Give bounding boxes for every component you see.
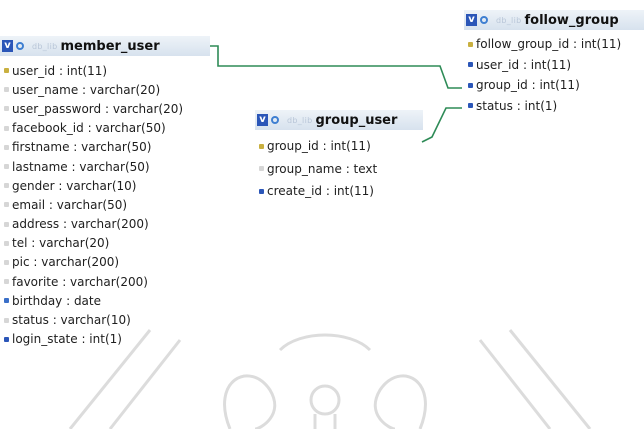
relation-group-to-follow	[421, 107, 462, 143]
table-field-row[interactable]: email : varchar(50)	[0, 195, 210, 214]
field-label: status : int(1)	[476, 98, 558, 113]
field-label: group_id : int(11)	[476, 78, 580, 93]
field-label: status : varchar(10)	[12, 313, 131, 328]
field-label: firstname : varchar(50)	[12, 140, 152, 155]
field-list: follow_group_id : int(11) user_id : int(1…	[464, 34, 644, 116]
field-label: login_state : int(1)	[12, 332, 122, 347]
field-label: email : varchar(50)	[12, 197, 128, 212]
table-field-row[interactable]: lastname : varchar(50)	[0, 157, 210, 176]
field-label: user_name : varchar(20)	[12, 82, 161, 97]
index-icon	[259, 188, 264, 194]
field-list: user_id : int(11) user_name : varchar(20)…	[0, 61, 210, 349]
table-field-row[interactable]: user_id : int(11)	[464, 55, 644, 76]
field-label: favorite : varchar(200)	[12, 274, 148, 289]
column-icon	[4, 279, 9, 285]
column-icon	[4, 106, 9, 112]
database-name: db_lib	[496, 15, 522, 25]
field-label: user_id : int(11)	[476, 57, 572, 72]
table-name: member_user	[60, 38, 160, 54]
table-header-member-user[interactable]: v db_lib member_user	[0, 36, 210, 56]
field-label: group_id : int(11)	[267, 139, 371, 154]
field-label: lastname : varchar(50)	[12, 159, 150, 174]
table-options-icon[interactable]	[480, 16, 488, 24]
relation-member-to-follow	[210, 45, 462, 89]
primary-key-icon	[259, 143, 264, 149]
column-icon	[4, 202, 9, 208]
column-icon	[4, 221, 9, 227]
column-icon	[4, 164, 9, 170]
primary-key-icon	[468, 41, 473, 47]
table-name: group_user	[315, 112, 398, 128]
column-icon	[4, 240, 9, 246]
field-label: birthday : date	[12, 293, 101, 308]
table-field-row[interactable]: tel : varchar(20)	[0, 234, 210, 253]
view-toggle-icon[interactable]: v	[466, 14, 477, 26]
field-label: facebook_id : varchar(50)	[12, 121, 166, 136]
column-icon	[4, 87, 9, 93]
table-field-row[interactable]: user_password : varchar(20)	[0, 99, 210, 118]
table-header-group-user[interactable]: v db_lib group_user	[255, 110, 423, 130]
database-name: db_lib	[287, 115, 313, 125]
table-field-row[interactable]: group_id : int(11)	[255, 135, 423, 158]
index-icon	[468, 103, 473, 109]
column-icon	[4, 125, 9, 131]
table-options-icon[interactable]	[16, 42, 24, 50]
field-label: tel : varchar(20)	[12, 236, 110, 251]
field-label: follow_group_id : int(11)	[476, 37, 622, 52]
calendar-icon	[4, 298, 9, 304]
table-name: follow_group	[524, 12, 619, 28]
index-icon	[468, 62, 473, 68]
column-icon	[4, 144, 9, 150]
table-field-row[interactable]: status : int(1)	[464, 96, 644, 117]
index-icon	[468, 82, 473, 88]
table-field-row[interactable]: pic : varchar(200)	[0, 253, 210, 272]
field-label: gender : varchar(10)	[12, 178, 137, 193]
database-name: db_lib	[32, 41, 58, 51]
table-field-row[interactable]: group_id : int(11)	[464, 75, 644, 96]
field-label: address : varchar(200)	[12, 217, 149, 232]
column-icon	[259, 166, 264, 172]
field-label: user_id : int(11)	[12, 63, 108, 78]
field-label: user_password : varchar(20)	[12, 101, 184, 116]
table-member-user[interactable]: v db_lib member_user user_id : int(11) us…	[0, 36, 210, 349]
table-field-row[interactable]: user_name : varchar(20)	[0, 80, 210, 99]
table-options-icon[interactable]	[271, 116, 279, 124]
column-icon	[4, 259, 9, 265]
table-header-follow-group[interactable]: v db_lib follow_group	[464, 10, 644, 30]
field-list: group_id : int(11) group_name : text creat…	[255, 135, 423, 203]
table-field-row[interactable]: firstname : varchar(50)	[0, 138, 210, 157]
primary-key-icon	[4, 68, 9, 74]
table-follow-group[interactable]: v db_lib follow_group follow_group_id : …	[464, 10, 644, 116]
view-toggle-icon[interactable]: v	[2, 40, 13, 52]
table-field-row[interactable]: gender : varchar(10)	[0, 176, 210, 195]
table-field-row[interactable]: birthday : date	[0, 291, 210, 310]
column-icon	[4, 183, 9, 189]
table-field-row[interactable]: user_id : int(11)	[0, 61, 210, 80]
table-field-row[interactable]: create_id : int(11)	[255, 180, 423, 203]
table-field-row[interactable]: login_state : int(1)	[0, 330, 210, 349]
table-field-row[interactable]: follow_group_id : int(11)	[464, 34, 644, 55]
index-icon	[4, 336, 9, 342]
table-field-row[interactable]: facebook_id : varchar(50)	[0, 119, 210, 138]
table-field-row[interactable]: favorite : varchar(200)	[0, 272, 210, 291]
field-label: create_id : int(11)	[267, 184, 374, 199]
table-group-user[interactable]: v db_lib group_user group_id : int(11) gr…	[255, 110, 423, 203]
field-label: pic : varchar(200)	[12, 255, 120, 270]
table-field-row[interactable]: group_name : text	[255, 158, 423, 181]
column-icon	[4, 317, 9, 323]
table-field-row[interactable]: address : varchar(200)	[0, 215, 210, 234]
table-field-row[interactable]: status : varchar(10)	[0, 310, 210, 329]
view-toggle-icon[interactable]: v	[257, 114, 268, 126]
field-label: group_name : text	[267, 161, 378, 176]
